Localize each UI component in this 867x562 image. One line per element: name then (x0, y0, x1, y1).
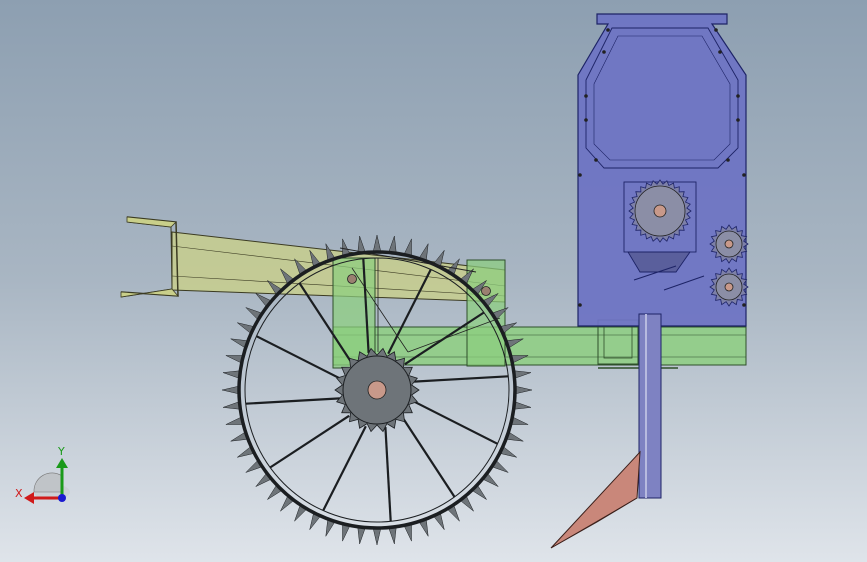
gear-axle (724, 239, 734, 249)
x-axis-label: X (15, 487, 23, 500)
wheel-spoke (412, 400, 498, 445)
assembly-drawing: Y X (15, 13, 749, 549)
furrow-blade[interactable] (550, 450, 641, 549)
wheel-spike (388, 235, 397, 254)
wheel-spoke (401, 417, 456, 498)
y-axis-label: Y (57, 445, 65, 458)
wheel-spike (221, 385, 240, 395)
drive-sprocket-lower[interactable] (709, 267, 749, 307)
hitch-bracket[interactable] (120, 216, 179, 298)
pivot-bolt (347, 274, 357, 284)
wheel-spoke (322, 425, 367, 511)
wheel-spoke (256, 335, 342, 380)
wheel-spoke (269, 414, 350, 469)
wheel-spike (388, 526, 397, 545)
wheel-spike (357, 526, 366, 545)
wheel-spike (222, 401, 241, 410)
furrow-shank[interactable] (638, 313, 662, 499)
pivot-bolt (481, 286, 491, 296)
gear-axle (653, 204, 667, 218)
wheel-spike (357, 235, 366, 254)
wheel-spike (514, 385, 533, 395)
drive-sprocket-upper[interactable] (709, 224, 749, 264)
wheel-axle (367, 380, 387, 400)
wheel-spike (513, 401, 532, 410)
z-axis-arrow (58, 494, 66, 502)
wheel-spike (222, 370, 241, 379)
gear-axle (724, 282, 734, 292)
wheel-spoke (414, 375, 509, 383)
wheel-spoke (384, 427, 392, 522)
cad-viewport[interactable]: Y X (0, 0, 867, 562)
wheel-spike (513, 370, 532, 379)
wheel-spoke (245, 397, 340, 405)
wheel-spike (372, 234, 382, 253)
axis-triad: Y X (15, 445, 70, 504)
wheel-spike (372, 527, 382, 546)
